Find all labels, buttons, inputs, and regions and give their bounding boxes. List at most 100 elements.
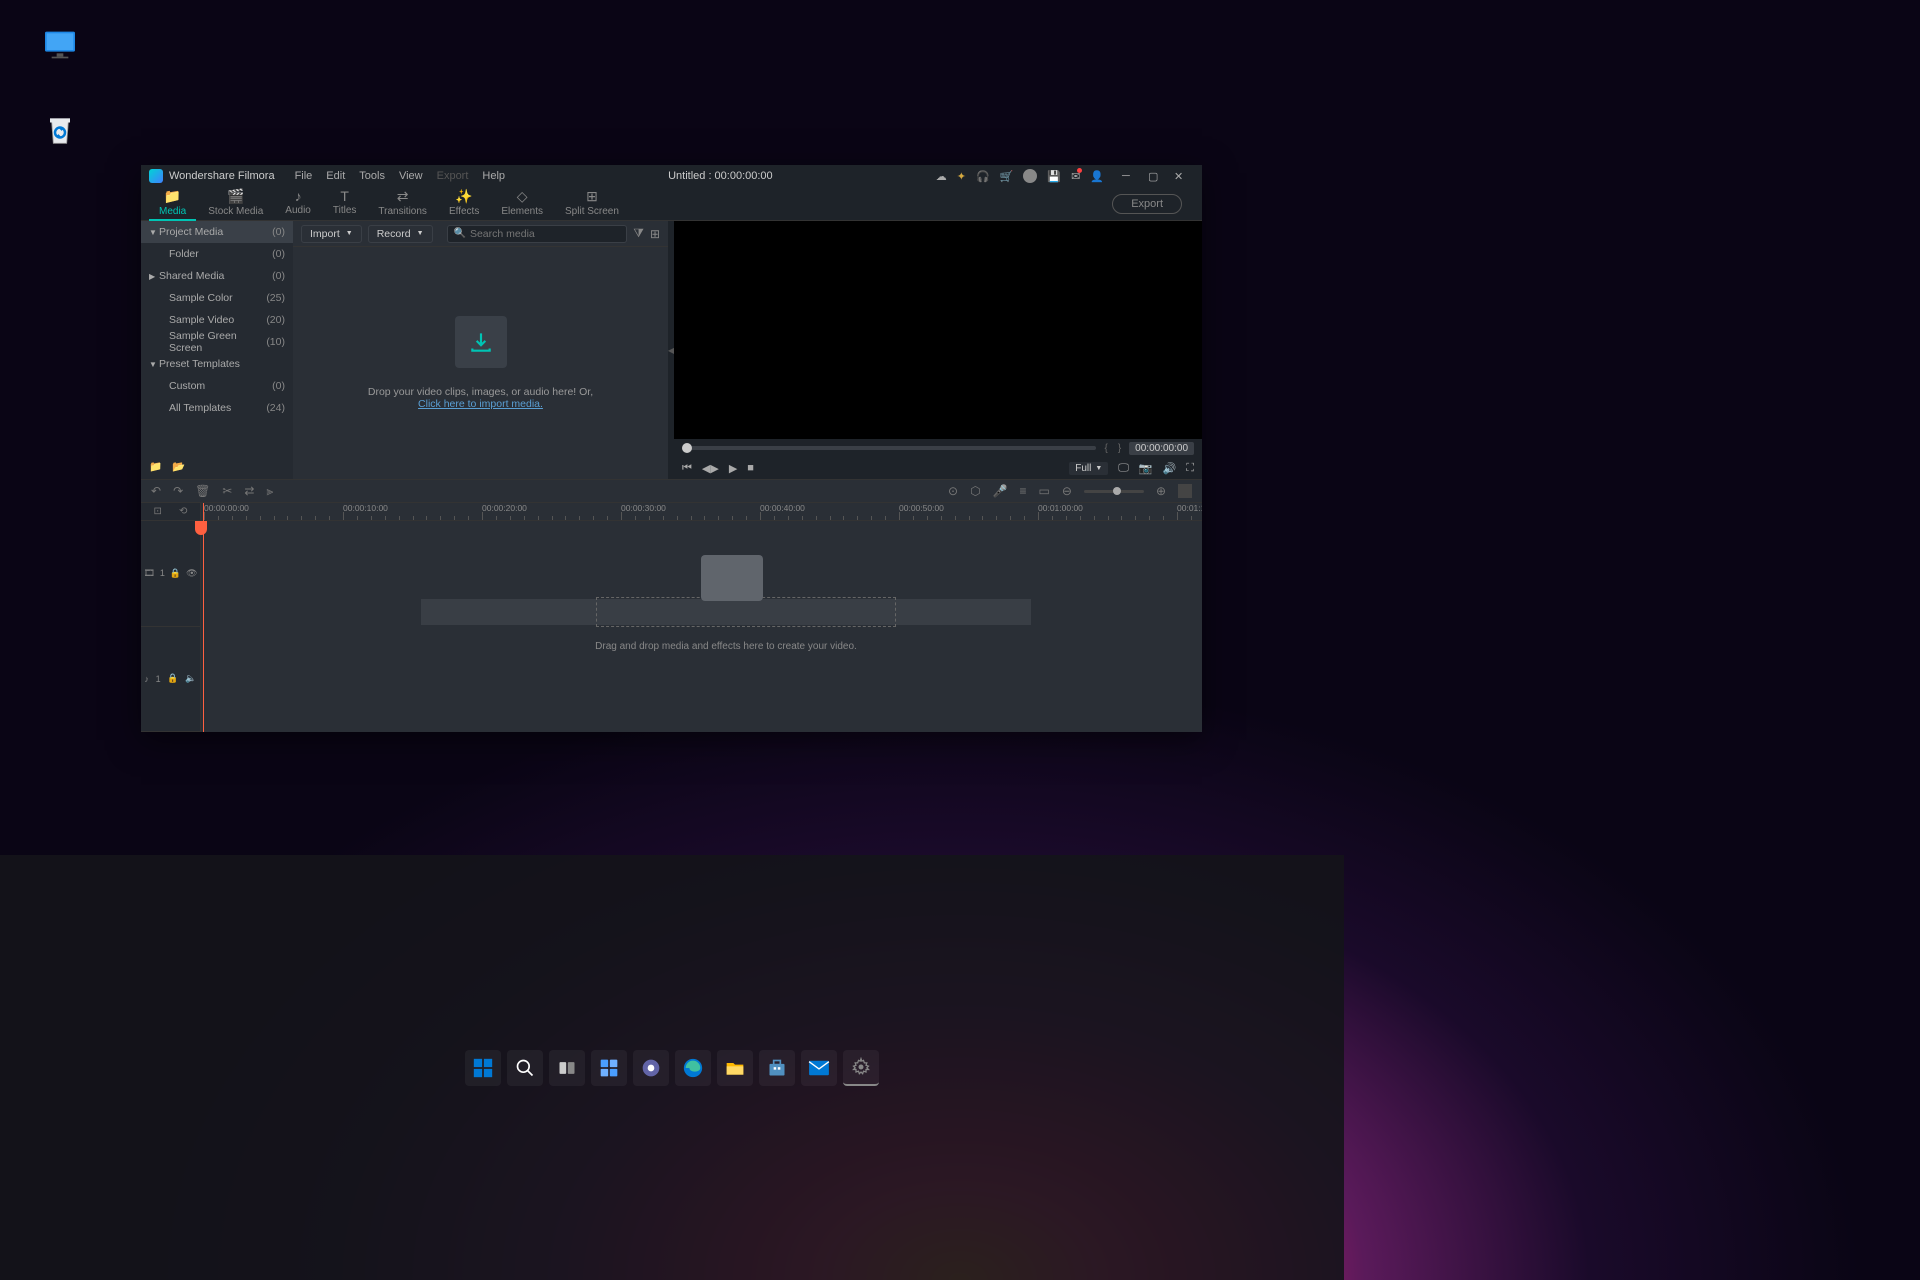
headphones-icon[interactable]: 🎧 — [976, 170, 990, 183]
menu-view[interactable]: View — [399, 170, 423, 182]
marker-button[interactable]: ⬡ — [970, 484, 980, 498]
stop-button[interactable]: ■ — [747, 462, 754, 474]
timeline-drop-placeholder[interactable]: Drag and drop media and effects here to … — [421, 571, 1031, 631]
mute-icon[interactable]: 🔈 — [185, 673, 196, 684]
open-folder-icon[interactable]: 📂 — [172, 460, 185, 473]
this-pc-icon[interactable] — [30, 25, 90, 68]
widgets-button[interactable] — [591, 1050, 627, 1086]
timeline: ⊡ ⟲ 🎞 1 🔒 👁 ♪ 1 🔒 🔈 00:00:00:0000:00:10:… — [141, 503, 1202, 732]
tab-transitions[interactable]: ⇄Transitions — [368, 186, 437, 221]
sidebar-item-sample-green[interactable]: Sample Green Screen(10) — [141, 331, 293, 353]
tab-elements[interactable]: ◇Elements — [491, 186, 553, 221]
preview-scrubber[interactable] — [682, 446, 1096, 450]
crop-button[interactable]: ⇄ — [244, 484, 254, 498]
record-dropdown[interactable]: Record▼ — [368, 225, 433, 243]
timeline-body[interactable]: 00:00:00:0000:00:10:0000:00:20:0000:00:3… — [201, 503, 1202, 732]
import-media-button[interactable] — [455, 316, 507, 368]
lock-icon[interactable]: 🔒 — [170, 568, 181, 579]
timeline-options-icon[interactable]: ⊡ — [154, 506, 162, 517]
tab-stock-media[interactable]: 🎬Stock Media — [198, 186, 273, 221]
sidebar-item-preset-templates[interactable]: ▼Preset Templates — [141, 353, 293, 375]
mixer-button[interactable]: ≡ — [1020, 484, 1027, 498]
render-preview-button[interactable]: ⊙ — [948, 484, 958, 498]
recycle-bin-icon[interactable] — [30, 110, 90, 153]
tab-effects[interactable]: ✨Effects — [439, 186, 489, 221]
playhead[interactable] — [203, 503, 204, 732]
step-back-button[interactable]: ◀▶ — [702, 462, 719, 475]
zoom-out-button[interactable]: ⊖ — [1062, 484, 1072, 498]
zoom-fit-button[interactable] — [1178, 484, 1192, 498]
minimize-button[interactable]: ─ — [1122, 170, 1142, 183]
message-icon[interactable]: ✉ — [1071, 170, 1080, 183]
close-button[interactable]: ✕ — [1174, 170, 1194, 183]
new-folder-icon[interactable]: 📁 — [149, 460, 162, 473]
zoom-in-button[interactable]: ⊕ — [1156, 484, 1166, 498]
timeline-link-icon[interactable]: ⟲ — [179, 506, 187, 517]
menu-tools[interactable]: Tools — [359, 170, 385, 182]
display-icon[interactable]: 🖵 — [1118, 462, 1129, 475]
prev-frame-button[interactable]: ⏮ — [682, 462, 692, 475]
account-icon[interactable]: 👤 — [1090, 170, 1104, 183]
sidebar-item-all-templates[interactable]: All Templates(24) — [141, 397, 293, 419]
taskbar-chat-icon[interactable] — [633, 1050, 669, 1086]
lock-icon[interactable]: 🔒 — [167, 673, 178, 684]
zoom-thumb[interactable] — [1113, 487, 1121, 495]
voiceover-button[interactable]: 🎤 — [993, 484, 1008, 498]
tab-titles[interactable]: TTitles — [323, 186, 367, 221]
explorer-button[interactable] — [717, 1050, 753, 1086]
start-button[interactable] — [465, 1050, 501, 1086]
media-drop-zone[interactable]: Drop your video clips, images, or audio … — [293, 247, 668, 479]
snapshot-icon[interactable]: 📷 — [1139, 462, 1153, 475]
maximize-button[interactable]: ▢ — [1148, 170, 1168, 183]
taskview-button[interactable] — [549, 1050, 585, 1086]
playhead-handle[interactable] — [195, 521, 207, 535]
scrubber-thumb[interactable] — [682, 443, 692, 453]
export-button[interactable]: Export — [1112, 194, 1182, 214]
cart-icon[interactable]: 🛒 — [1000, 170, 1014, 183]
menu-edit[interactable]: Edit — [326, 170, 345, 182]
audio-track-header[interactable]: ♪ 1 🔒 🔈 — [141, 627, 200, 733]
sidebar-item-custom[interactable]: Custom(0) — [141, 375, 293, 397]
sidebar-item-sample-video[interactable]: Sample Video(20) — [141, 309, 293, 331]
undo-button[interactable]: ↶ — [151, 484, 161, 498]
effects-store-icon[interactable]: ✦ — [957, 170, 966, 183]
settings-button[interactable] — [843, 1050, 879, 1086]
zoom-slider[interactable] — [1084, 490, 1144, 493]
sidebar-item-shared-media[interactable]: ▶Shared Media(0) — [141, 265, 293, 287]
speed-button[interactable]: ⫸ — [266, 484, 273, 499]
avatar-icon[interactable] — [1023, 169, 1037, 183]
import-media-link[interactable]: Click here to import media. — [418, 398, 543, 410]
sidebar-item-project-media[interactable]: ▼Project Media(0) — [141, 221, 293, 243]
preview-video[interactable] — [674, 221, 1202, 439]
search-media-input[interactable]: 🔍 — [447, 225, 627, 243]
save-icon[interactable]: 💾 — [1047, 170, 1061, 183]
timeline-ruler[interactable]: 00:00:00:0000:00:10:0000:00:20:0000:00:3… — [201, 503, 1202, 521]
menu-help[interactable]: Help — [482, 170, 505, 182]
mark-in-button[interactable]: { — [1102, 443, 1109, 454]
sidebar-item-sample-color[interactable]: Sample Color(25) — [141, 287, 293, 309]
visibility-icon[interactable]: 👁 — [186, 568, 197, 579]
volume-icon[interactable]: 🔊 — [1163, 462, 1177, 475]
store-button[interactable] — [759, 1050, 795, 1086]
menu-file[interactable]: File — [295, 170, 313, 182]
cloud-icon[interactable]: ☁ — [936, 170, 947, 183]
mark-out-button[interactable]: } — [1116, 443, 1123, 454]
import-dropdown[interactable]: Import▼ — [301, 225, 362, 243]
redo-button[interactable]: ↷ — [173, 484, 183, 498]
taskbar-search-button[interactable] — [507, 1050, 543, 1086]
play-button[interactable]: ▶ — [729, 462, 737, 475]
preview-quality-dropdown[interactable]: Full▼ — [1069, 462, 1108, 475]
edge-button[interactable] — [675, 1050, 711, 1086]
split-button[interactable]: ✂ — [222, 484, 232, 498]
tab-media[interactable]: 📁Media — [149, 186, 196, 221]
fullscreen-icon[interactable]: ⛶ — [1186, 462, 1194, 475]
sidebar-item-folder[interactable]: Folder(0) — [141, 243, 293, 265]
video-track-header[interactable]: 🎞 1 🔒 👁 — [141, 521, 200, 627]
grid-view-icon[interactable]: ⊞ — [650, 227, 660, 241]
mail-button[interactable] — [801, 1050, 837, 1086]
tab-audio[interactable]: ♪Audio — [275, 186, 321, 221]
tab-split-screen[interactable]: ⊞Split Screen — [555, 186, 629, 221]
delete-button[interactable]: 🗑 — [195, 484, 210, 498]
adjust-button[interactable]: ▭ — [1039, 484, 1050, 498]
filter-icon[interactable]: ⧩ — [633, 226, 644, 241]
